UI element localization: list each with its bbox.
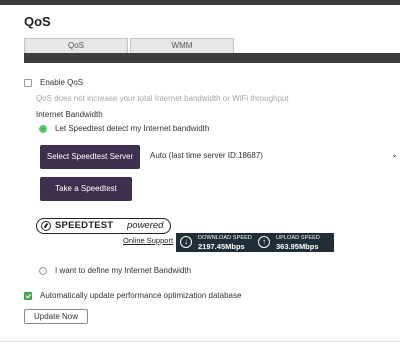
tab-qos[interactable]: QoS <box>24 38 128 53</box>
page-title: QoS <box>24 14 51 29</box>
upload-speed-value: 363.95Mbps <box>276 242 319 251</box>
update-now-button[interactable]: Update Now <box>24 309 88 324</box>
speedtest-logo-word: SPEEDTEST <box>55 220 114 231</box>
upload-speed-label: UPLOAD SPEED <box>276 235 320 241</box>
internet-bandwidth-heading: Internet Bandwidth <box>36 110 103 119</box>
divider <box>0 341 400 342</box>
enable-qos-checkbox[interactable] <box>24 79 32 87</box>
qos-hint-text: QoS does not increase your total Interne… <box>36 94 289 103</box>
download-speed-value: 2197.45Mbps <box>198 242 245 251</box>
speedtest-server-select[interactable]: Auto (last time server ID:18687) ⌄ <box>150 150 400 163</box>
speedtest-detect-label: Let Speedtest detect my Internet bandwid… <box>55 124 210 133</box>
arrow-down-circle-icon: ↓ <box>180 236 192 248</box>
speedtest-server-value: Auto (last time server ID:18687) <box>150 151 263 160</box>
download-speed-label: DOWNLOAD SPEED <box>198 235 252 241</box>
take-speedtest-button[interactable]: Take a Speedtest <box>40 177 132 201</box>
enable-qos-label: Enable QoS <box>40 78 84 87</box>
tab-wmm[interactable]: WMM <box>130 38 234 53</box>
chevron-down-icon: ⌄ <box>391 150 398 159</box>
top-bar <box>0 0 400 5</box>
tab-bar <box>24 53 400 63</box>
online-support-link[interactable]: Online Support <box>123 236 173 245</box>
speedtest-logo: SPEEDTEST powered <box>36 218 171 234</box>
auto-update-label: Automatically update performance optimiz… <box>40 291 242 300</box>
select-speedtest-server-button[interactable]: Select Speedtest Server <box>40 145 140 169</box>
speedtest-result-panel: ↓ DOWNLOAD SPEED 2197.45Mbps ↑ UPLOAD SP… <box>176 233 334 252</box>
define-bandwidth-radio[interactable] <box>39 267 47 275</box>
arrow-up-circle-icon: ↑ <box>258 236 270 248</box>
speedtest-gauge-icon <box>41 221 51 231</box>
speedtest-logo-powered: powered <box>127 220 164 231</box>
speedtest-detect-radio[interactable] <box>39 125 47 133</box>
define-bandwidth-label: I want to define my Internet Bandwidth <box>55 266 192 275</box>
auto-update-checkbox[interactable] <box>24 292 32 300</box>
